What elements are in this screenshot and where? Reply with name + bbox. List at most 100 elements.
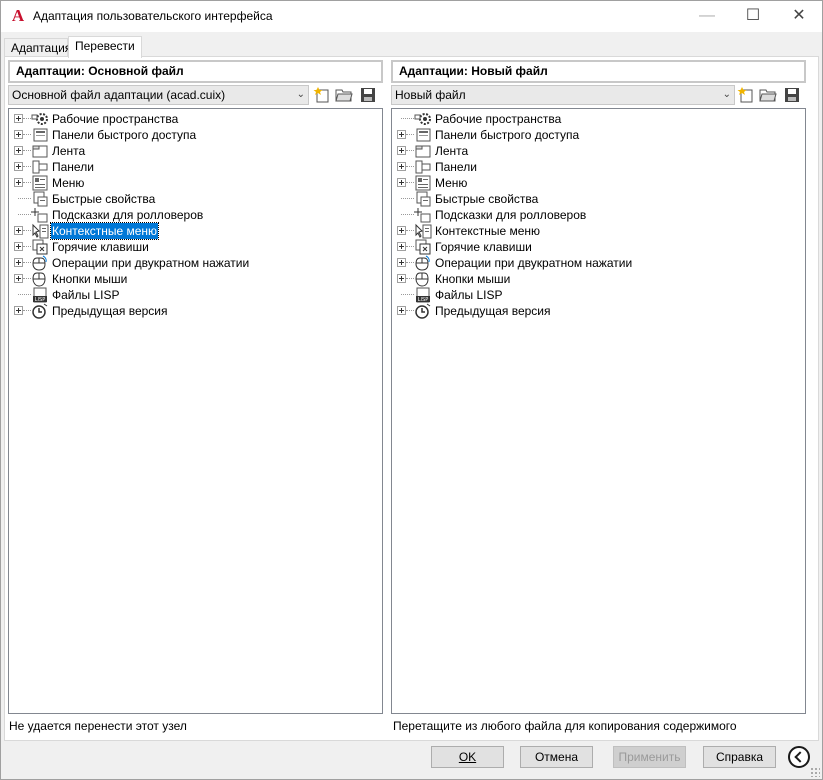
tree-node-label[interactable]: Быстрые свойства — [51, 191, 156, 207]
expand-plus-icon[interactable] — [14, 258, 23, 267]
tree-node[interactable]: Меню — [392, 175, 805, 191]
resize-grip-icon[interactable] — [810, 767, 820, 777]
expand-plus-icon[interactable] — [397, 226, 406, 235]
expand-plus-icon[interactable] — [397, 242, 406, 251]
tree-node[interactable]: Лента — [392, 143, 805, 159]
tree-node[interactable]: Кнопки мыши — [9, 271, 382, 287]
tree-node[interactable]: Предыдущая версия — [9, 303, 382, 319]
help-button[interactable]: Справка — [703, 746, 776, 768]
tree-node[interactable]: Рабочие пространства — [392, 111, 805, 127]
tree-node-label[interactable]: Предыдущая версия — [51, 303, 169, 319]
main-file-select[interactable]: Основной файл адаптации (acad.cuix) ⌄ — [8, 85, 309, 105]
expand-plus-icon[interactable] — [14, 242, 23, 251]
tree-node[interactable]: Контекстные меню — [9, 222, 382, 240]
cancel-button[interactable]: Отмена — [520, 746, 593, 768]
tree-node-label[interactable]: Подсказки для ролловеров — [51, 207, 204, 223]
expand-plus-icon[interactable] — [14, 274, 23, 283]
tree-node[interactable]: Операции при двукратном нажатии — [9, 255, 382, 271]
expand-plus-icon[interactable] — [397, 258, 406, 267]
tree-node-label[interactable]: Панели — [51, 159, 95, 175]
expand-plus-icon[interactable] — [14, 114, 23, 123]
mouse-buttons-icon — [31, 271, 49, 287]
expand-plus-icon[interactable] — [14, 306, 23, 315]
expand-plus-icon[interactable] — [14, 226, 23, 235]
new-file-button-right[interactable] — [735, 86, 757, 104]
tree-node-label[interactable]: Контекстные меню — [434, 223, 541, 239]
tree-node-label[interactable]: Кнопки мыши — [434, 271, 511, 287]
tree-node[interactable]: Панели — [9, 159, 382, 175]
ok-button[interactable]: OK — [431, 746, 504, 768]
tree-node-label[interactable]: Файлы LISP — [51, 287, 120, 303]
tree-node-label[interactable]: Лента — [51, 143, 86, 159]
new-file-tree[interactable]: Рабочие пространства Панели быстрого дост… — [391, 108, 806, 714]
expand-plus-icon[interactable] — [397, 178, 406, 187]
tree-node[interactable]: Операции при двукратном нажатии — [392, 255, 805, 271]
tree-node-label[interactable]: Операции при двукратном нажатии — [51, 255, 250, 271]
tree-node-label[interactable]: Быстрые свойства — [434, 191, 539, 207]
tree-node[interactable]: Подсказки для ролловеров — [392, 207, 805, 223]
tree-node-label[interactable]: Панели — [434, 159, 478, 175]
tree-node-label[interactable]: Подсказки для ролловеров — [434, 207, 587, 223]
tree-node-label[interactable]: Горячие клавиши — [51, 239, 150, 255]
tree-node[interactable]: Предыдущая версия — [392, 303, 805, 319]
apply-button[interactable]: Применить — [613, 746, 686, 768]
expand-plus-icon[interactable] — [397, 274, 406, 283]
tree-connector — [406, 246, 414, 247]
tree-node-label[interactable]: Лента — [434, 143, 469, 159]
expand-plus-icon[interactable] — [14, 178, 23, 187]
tree-node-label[interactable]: Меню — [434, 175, 468, 191]
open-file-button-right[interactable] — [757, 86, 779, 104]
tree-node-label[interactable]: Операции при двукратном нажатии — [434, 255, 633, 271]
tree-node-label[interactable]: Файлы LISP — [434, 287, 503, 303]
tree-node[interactable]: LISP Файлы LISP — [9, 287, 382, 303]
new-file-button[interactable] — [311, 86, 333, 104]
expand-plus-icon[interactable] — [397, 130, 406, 139]
tree-node-label[interactable]: Панели быстрого доступа — [434, 127, 580, 143]
new-file-select[interactable]: Новый файл ⌄ — [391, 85, 735, 105]
tree-node[interactable]: Горячие клавиши — [392, 239, 805, 255]
tree-node[interactable]: Кнопки мыши — [392, 271, 805, 287]
tree-node-label[interactable]: Рабочие пространства — [434, 111, 562, 127]
gear-workspace-icon — [414, 111, 432, 127]
save-file-button[interactable] — [357, 86, 379, 104]
tab-transfer[interactable]: Перевести — [68, 36, 142, 58]
close-button[interactable]: ✕ — [776, 1, 822, 32]
tree-node-label[interactable]: Кнопки мыши — [51, 271, 128, 287]
tree-node-label[interactable]: Меню — [51, 175, 85, 191]
tree-connector — [406, 134, 414, 135]
tree-node[interactable]: LISP Файлы LISP — [392, 287, 805, 303]
right-status-text: Перетащите из любого файла для копирован… — [393, 719, 737, 733]
expand-plus-icon[interactable] — [14, 130, 23, 139]
tree-node[interactable]: Горячие клавиши — [9, 239, 382, 255]
expand-plus-icon[interactable] — [397, 146, 406, 155]
tree-node-label[interactable]: Контекстные меню — [49, 222, 160, 240]
tree-node[interactable]: Панели быстрого доступа — [392, 127, 805, 143]
expand-plus-icon[interactable] — [397, 162, 406, 171]
tree-node-label[interactable]: Рабочие пространства — [51, 111, 179, 127]
tree-node-label[interactable]: Горячие клавиши — [434, 239, 533, 255]
open-file-button[interactable] — [333, 86, 355, 104]
main-file-tree[interactable]: Рабочие пространства Панели быстрого дост… — [8, 108, 383, 714]
quick-properties-icon — [31, 191, 49, 207]
tree-node-label[interactable]: Панели быстрого доступа — [51, 127, 197, 143]
tree-node[interactable]: Меню — [9, 175, 382, 191]
tree-node[interactable]: Панели — [392, 159, 805, 175]
tab-customize[interactable]: Адаптация — [4, 38, 71, 57]
tree-node[interactable]: Подсказки для ролловеров — [9, 207, 382, 223]
save-file-button-right[interactable] — [781, 86, 803, 104]
maximize-button[interactable]: ☐ — [730, 1, 776, 32]
tree-node[interactable]: Контекстные меню — [392, 223, 805, 239]
collapse-panel-icon[interactable] — [788, 746, 810, 768]
tree-node-label[interactable]: Предыдущая версия — [434, 303, 552, 319]
tree-node[interactable]: Быстрые свойства — [9, 191, 382, 207]
tree-node[interactable]: Быстрые свойства — [392, 191, 805, 207]
tree-connector — [401, 198, 414, 199]
tree-node[interactable]: Панели быстрого доступа — [9, 127, 382, 143]
tree-node[interactable]: Лента — [9, 143, 382, 159]
tree-node[interactable]: Рабочие пространства — [9, 111, 382, 127]
tree-connector — [18, 294, 31, 295]
expand-plus-icon[interactable] — [397, 306, 406, 315]
expand-plus-icon[interactable] — [14, 146, 23, 155]
expand-plus-icon[interactable] — [14, 162, 23, 171]
minimize-button[interactable]: — — [684, 1, 730, 32]
